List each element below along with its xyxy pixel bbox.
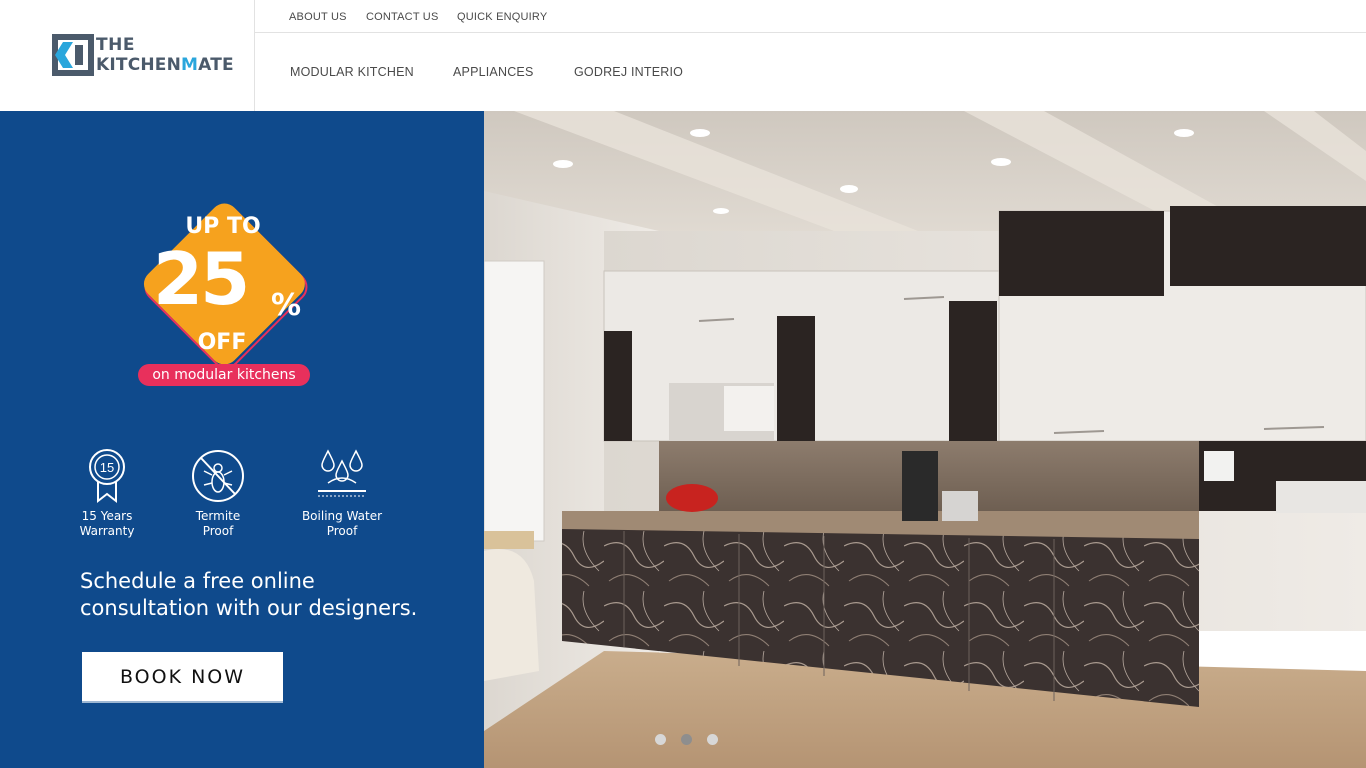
boiling-water-icon [318, 449, 366, 497]
badge-percent-sign: % [271, 288, 302, 323]
brand-kitchen: KITCHEN [96, 55, 182, 75]
termite-proof-icon [192, 450, 244, 502]
nav-contact-us[interactable]: CONTACT US [366, 11, 439, 23]
brand-line-2: KITCHENMATE [96, 55, 234, 75]
feature-warranty: 15 15 Years Warranty [57, 447, 157, 539]
feature-warranty-label: 15 Years Warranty [79, 509, 135, 538]
nav-godrej-interio[interactable]: GODREJ INTERIO [574, 65, 683, 79]
discount-badge: UP TO 25 % OFF on modular kitchens [105, 164, 345, 414]
nav-quick-enquiry[interactable]: QUICK ENQUIRY [457, 11, 547, 23]
brand-m: M [181, 55, 199, 75]
badge-tagline: on modular kitchens [138, 364, 310, 386]
feature-boiling-water-label: Boiling Water Proof [301, 509, 383, 538]
nav-appliances[interactable]: APPLIANCES [453, 65, 534, 79]
schedule-line-2: consultation with our designers. [80, 596, 418, 620]
nav-about-us[interactable]: ABOUT US [289, 11, 347, 23]
promo-panel: UP TO 25 % OFF on modular kitchens 15 15… [0, 111, 484, 768]
carousel-dot-1[interactable] [655, 734, 666, 745]
site-header: THE KITCHENMATE ABOUT US CONTACT US QUIC… [0, 0, 1366, 111]
feature-boiling-water: Boiling Water Proof [292, 447, 392, 539]
book-now-button[interactable]: BOOK NOW [82, 652, 283, 703]
schedule-text: Schedule a free online consultation with… [80, 568, 417, 622]
feature-termite: Termite Proof [168, 447, 268, 539]
carousel-dot-3[interactable] [707, 734, 718, 745]
logo-mark-icon [52, 34, 94, 76]
svg-text:15: 15 [100, 460, 114, 475]
brand-name: THE KITCHENMATE [96, 35, 234, 75]
brand-line-1: THE [96, 35, 135, 55]
brand-ate: ATE [198, 55, 234, 75]
nav-modular-kitchen[interactable]: MODULAR KITCHEN [290, 65, 414, 79]
top-nav: ABOUT US CONTACT US QUICK ENQUIRY [255, 0, 1366, 33]
carousel-dot-2[interactable] [681, 734, 692, 745]
schedule-line-1: Schedule a free online [80, 569, 315, 593]
brand-logo[interactable]: THE KITCHENMATE [0, 0, 255, 111]
main-nav: MODULAR KITCHEN APPLIANCES GODREJ INTERI… [255, 33, 1366, 111]
badge-off: OFF [197, 330, 247, 355]
kitchen-illustration [484, 111, 1366, 768]
hero-kitchen-image [484, 111, 1366, 768]
warranty-15-icon: 15 [89, 449, 125, 504]
feature-termite-label: Termite Proof [195, 509, 241, 538]
badge-percent: 25 [153, 237, 250, 321]
